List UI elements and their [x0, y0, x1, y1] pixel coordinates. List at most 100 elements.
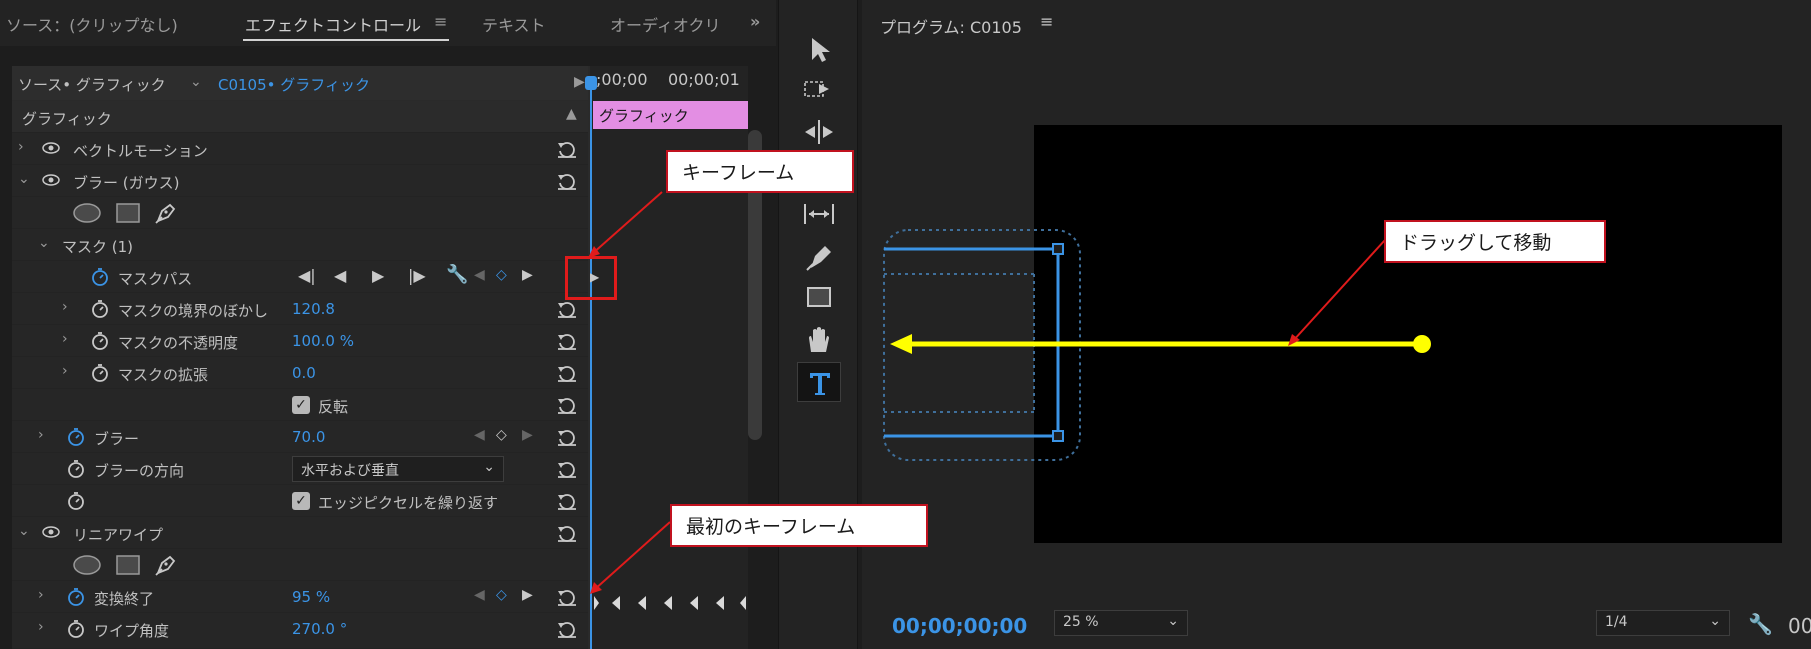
repeat-edge-checkbox[interactable]: ✓: [292, 492, 310, 510]
next-keyframe-icon[interactable]: ▶: [522, 587, 533, 603]
source-secondary[interactable]: C0105• グラフィック: [218, 74, 370, 95]
add-keyframe-icon[interactable]: ◇: [496, 427, 507, 443]
chevron-right-icon[interactable]: ›: [38, 587, 44, 603]
chevron-right-icon[interactable]: ›: [38, 427, 44, 443]
more-tabs-icon[interactable]: »: [750, 12, 760, 31]
chevron-right-icon[interactable]: ›: [18, 139, 24, 155]
chevron-right-icon[interactable]: ›: [38, 619, 44, 635]
stopwatch-icon[interactable]: [90, 299, 110, 319]
repeat-edge-label: エッジピクセルを繰り返す: [318, 494, 499, 512]
row-blur-gauss: ⌄ ブラー (ガウス): [12, 165, 588, 197]
pen-mask-icon[interactable]: [154, 553, 178, 577]
blur-direction-value: 水平および垂直: [301, 463, 399, 479]
chevron-right-icon[interactable]: ›: [62, 363, 68, 379]
reset-icon[interactable]: [556, 459, 578, 479]
track-backward-icon[interactable]: ◀|: [298, 266, 316, 285]
stopwatch-icon[interactable]: [66, 587, 86, 607]
section-graphic: グラフィック ▲: [12, 101, 588, 133]
tab-effect-controls[interactable]: エフェクトコントロール: [245, 12, 421, 36]
mask-feather-value[interactable]: 120.8: [292, 300, 335, 318]
play-icon[interactable]: ▶: [372, 266, 384, 285]
stopwatch-icon[interactable]: [66, 427, 86, 447]
prev-keyframe-icon[interactable]: ◀: [474, 587, 485, 603]
reset-icon[interactable]: [556, 619, 578, 639]
timeline-time-end: 00;00;01: [668, 70, 740, 89]
zoom-value: 25 %: [1063, 614, 1099, 630]
chevron-down-icon[interactable]: ⌄: [18, 171, 30, 187]
tab-audio-clip[interactable]: オーディオクリ: [610, 12, 721, 36]
chevron-right-icon[interactable]: ›: [62, 299, 68, 315]
chevron-right-icon[interactable]: ›: [62, 331, 68, 347]
mask-opacity-value[interactable]: 100.0 %: [292, 332, 354, 350]
stopwatch-icon[interactable]: [90, 267, 110, 287]
next-keyframe-icon[interactable]: ▶: [522, 427, 533, 443]
source-selector-row: ソース• グラフィック ⌄ C0105• グラフィック ▶: [12, 66, 588, 100]
reset-icon[interactable]: [556, 363, 578, 383]
chevron-down-icon[interactable]: ⌄: [190, 74, 202, 90]
reset-icon[interactable]: [556, 299, 578, 319]
next-keyframe-icon[interactable]: ▶: [522, 267, 533, 283]
row-wipe-angle: › ワイプ角度 270.0 °: [12, 613, 588, 649]
reset-icon[interactable]: [556, 523, 578, 543]
prev-keyframe-icon[interactable]: ◀: [474, 267, 485, 283]
annotation-first-keyframe: 最初のキーフレーム: [670, 504, 928, 547]
tab-text[interactable]: テキスト: [482, 12, 546, 36]
rectangle-mask-icon[interactable]: [116, 203, 140, 223]
tab-menu-icon[interactable]: ≡: [434, 12, 447, 31]
reset-icon[interactable]: [556, 171, 578, 191]
annotation-keyframe: キーフレーム: [666, 150, 854, 193]
track-select-tool-icon[interactable]: [799, 72, 839, 108]
row-repeat-edge: ✓ エッジピクセルを繰り返す: [12, 485, 588, 517]
blur-value[interactable]: 70.0: [292, 428, 325, 446]
stopwatch-icon[interactable]: [66, 491, 86, 511]
pen-mask-icon[interactable]: [154, 201, 178, 225]
row-inverted: ✓ 反転: [12, 389, 588, 421]
reset-icon[interactable]: [556, 139, 578, 159]
ripple-edit-tool-icon[interactable]: [799, 114, 839, 150]
add-keyframe-icon[interactable]: ◇: [496, 587, 507, 603]
active-tab-underline: [243, 39, 449, 41]
program-menu-icon[interactable]: ≡: [1040, 12, 1053, 31]
inverted-checkbox[interactable]: ✓: [292, 396, 310, 414]
blur-direction-dropdown[interactable]: 水平および垂直 ⌄: [292, 456, 504, 482]
stopwatch-icon[interactable]: [66, 459, 86, 479]
program-timecode[interactable]: 00;00;00;00: [892, 614, 1027, 638]
transition-end-value[interactable]: 95 %: [292, 588, 330, 606]
add-keyframe-icon[interactable]: ◇: [496, 267, 507, 283]
reset-icon[interactable]: [556, 587, 578, 607]
stopwatch-icon[interactable]: [90, 331, 110, 351]
resolution-dropdown[interactable]: 1/4 ⌄: [1596, 610, 1730, 636]
wipe-angle-value[interactable]: 270.0 °: [292, 620, 347, 638]
rectangle-mask-icon[interactable]: [116, 555, 140, 575]
graphic-clip-bar[interactable]: グラフィック: [593, 101, 748, 129]
step-backward-icon[interactable]: ◀: [334, 266, 346, 285]
eye-icon[interactable]: [42, 526, 60, 538]
zoom-dropdown[interactable]: 25 % ⌄: [1054, 610, 1188, 636]
stopwatch-icon[interactable]: [66, 619, 86, 639]
tab-source[interactable]: ソース：(クリップなし): [6, 12, 178, 36]
settings-wrench-icon[interactable]: 🔧: [1748, 612, 1773, 636]
collapse-up-icon[interactable]: ▲: [566, 106, 577, 122]
ellipse-mask-icon[interactable]: [72, 555, 102, 575]
chevron-down-icon[interactable]: ⌄: [18, 523, 30, 539]
reset-icon[interactable]: [556, 491, 578, 511]
playhead-handle[interactable]: [585, 76, 597, 90]
reset-icon[interactable]: [556, 427, 578, 447]
blur-direction-label: ブラーの方向: [94, 462, 185, 480]
row-transition-end: › 変換終了 95 % ◀ ◇ ▶: [12, 581, 588, 613]
track-forward-icon[interactable]: |▶: [408, 266, 426, 285]
eye-icon[interactable]: [42, 142, 60, 154]
mask-opacity-label: マスクの不透明度: [118, 334, 239, 352]
reset-icon[interactable]: [556, 331, 578, 351]
eye-icon[interactable]: [42, 174, 60, 186]
mask-expansion-value[interactable]: 0.0: [292, 364, 316, 382]
wrench-icon[interactable]: 🔧: [446, 264, 468, 285]
selection-tool-icon[interactable]: [799, 30, 839, 66]
row-mask-tools: [12, 197, 588, 229]
stopwatch-icon[interactable]: [90, 363, 110, 383]
prev-keyframe-icon[interactable]: ◀: [474, 427, 485, 443]
reset-icon[interactable]: [556, 395, 578, 415]
play-triangle-icon[interactable]: ▶: [574, 74, 585, 90]
ellipse-mask-icon[interactable]: [72, 203, 102, 223]
chevron-down-icon[interactable]: ⌄: [38, 235, 50, 251]
